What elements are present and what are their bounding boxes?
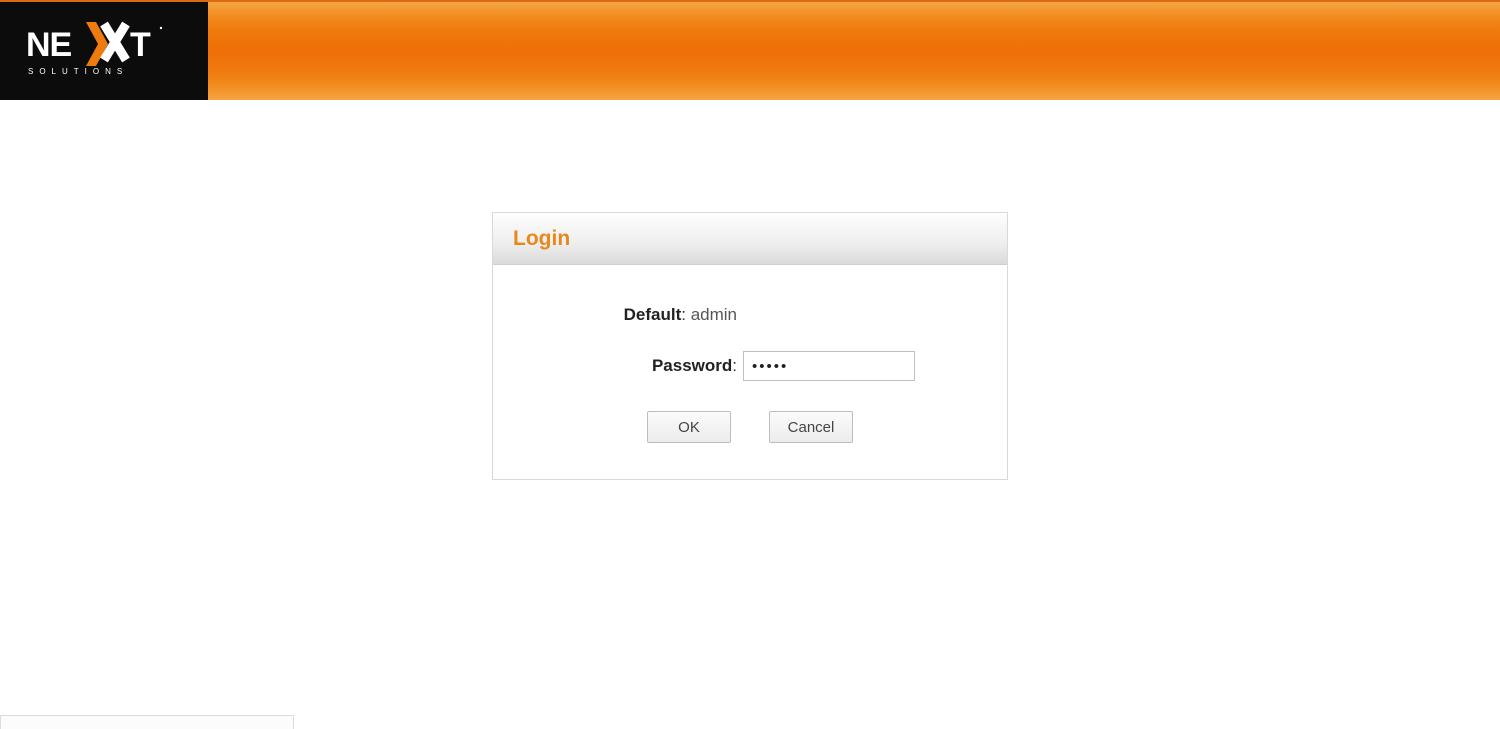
main-content: Login Default: admin Password: OK Cancel (0, 100, 1500, 480)
login-panel-body: Default: admin Password: OK Cancel (493, 265, 1007, 479)
password-row: Password: (523, 351, 977, 381)
brand-logo: NE T SOLUTIONS (0, 2, 208, 100)
default-value: admin (691, 305, 737, 324)
default-label: Default (624, 305, 682, 324)
page-header: NE T SOLUTIONS (0, 0, 1500, 100)
login-title: Login (513, 227, 570, 251)
password-colon: : (732, 356, 737, 375)
cancel-button[interactable]: Cancel (769, 411, 853, 443)
password-label-wrap: Password: (523, 356, 743, 376)
login-buttons: OK Cancel (523, 411, 977, 443)
browser-status-bar (0, 715, 294, 729)
default-label-wrap: Default: admin (523, 305, 743, 325)
default-user-row: Default: admin (523, 305, 977, 325)
password-input[interactable] (743, 351, 915, 381)
login-panel-header: Login (493, 213, 1007, 265)
svg-text:T: T (130, 26, 151, 64)
svg-text:NE: NE (26, 26, 72, 64)
password-label: Password (652, 356, 732, 375)
ok-button[interactable]: OK (647, 411, 731, 443)
default-colon: : (681, 305, 690, 324)
header-accent-bar (208, 2, 1500, 100)
nexxt-logo-icon: NE T SOLUTIONS (24, 16, 184, 86)
login-panel: Login Default: admin Password: OK Cancel (492, 212, 1008, 480)
brand-tagline: SOLUTIONS (28, 67, 128, 76)
